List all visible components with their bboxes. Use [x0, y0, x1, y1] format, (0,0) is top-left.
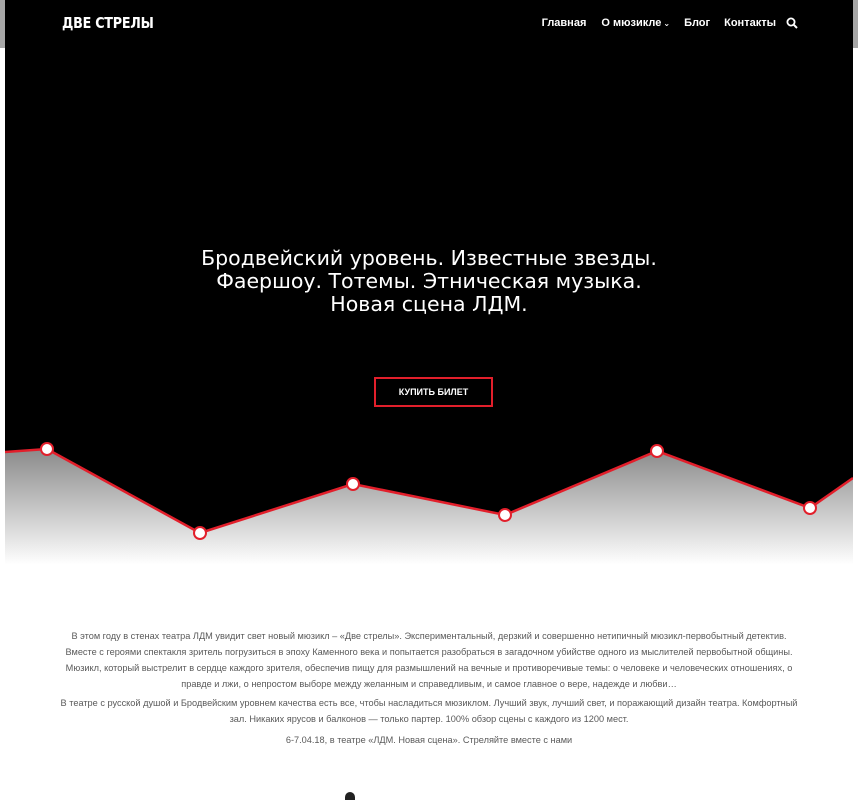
right-edge-strip — [853, 0, 858, 48]
headline-line: Бродвейский уровень. Известные звезды. — [201, 246, 657, 270]
nav-item-blog[interactable]: Блог — [684, 17, 710, 29]
wave-node — [650, 444, 664, 458]
headline-line: Фаершоу. Тотемы. Этническая музыка. — [216, 269, 642, 293]
theatre-paragraph: В театре с русской душой и Бродвейским у… — [60, 698, 798, 724]
search-icon[interactable] — [786, 17, 798, 29]
chevron-down-icon: ⌄ — [663, 18, 671, 28]
buy-ticket-button[interactable]: КУПИТЬ БИЛЕТ — [374, 377, 493, 407]
nav-item-label: Контакты — [724, 17, 776, 29]
hero-headline: Бродвейский уровень. Известные звезды. Ф… — [5, 247, 853, 316]
wave-node — [193, 526, 207, 540]
cut-off-heading-glyph — [345, 792, 355, 800]
nav-menu: Главная О мюзикле ⌄ Блог Контакты — [528, 17, 798, 29]
musical-description-paragraph: Мюзикл, который выстрелит в сердце каждо… — [65, 663, 793, 689]
nav-item-label: Блог — [684, 17, 711, 29]
nav-item-home[interactable]: Главная — [542, 17, 587, 29]
wave-node — [803, 501, 817, 515]
headline-line: Новая сцена ЛДМ. — [330, 292, 528, 316]
intro-paragraph: В этом году в стенах театра ЛДМ увидит с… — [65, 631, 793, 657]
wave-node — [346, 477, 360, 491]
wave-fill — [5, 449, 853, 565]
nav-item-about[interactable]: О мюзикле ⌄ — [601, 17, 670, 29]
wave-node — [40, 442, 54, 456]
nav-item-label: Главная — [541, 17, 587, 29]
about-text-section: В этом году в стенах театра ЛДМ увидит с… — [55, 628, 803, 748]
site-logo[interactable]: ДВЕ СТРЕЛЫ — [62, 14, 154, 32]
nav-item-contacts[interactable]: Контакты — [724, 17, 776, 29]
wave-node — [498, 508, 512, 522]
hero-section: ДВЕ СТРЕЛЫ Главная О мюзикле ⌄ Блог Конт… — [5, 0, 853, 565]
top-navbar: ДВЕ СТРЕЛЫ Главная О мюзикле ⌄ Блог Конт… — [5, 0, 853, 48]
date-paragraph: 6-7.04.18, в театре «ЛДМ. Новая сцена». … — [285, 735, 573, 745]
nav-item-label: О мюзикле — [601, 17, 662, 29]
